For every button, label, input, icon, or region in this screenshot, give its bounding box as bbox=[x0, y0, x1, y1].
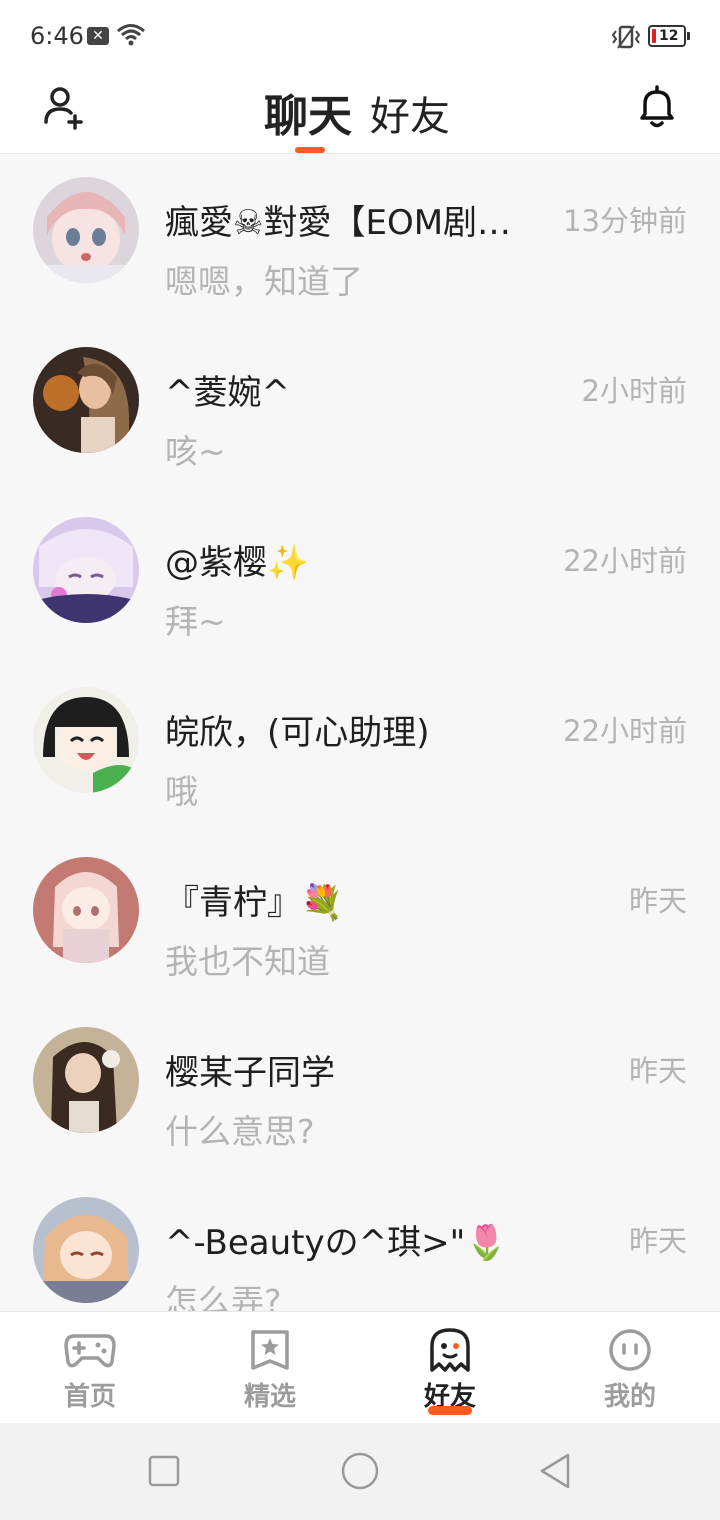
battery-level: 12 bbox=[659, 28, 679, 44]
vibrate-icon bbox=[611, 25, 641, 49]
chat-time: 昨天 bbox=[628, 1224, 687, 1258]
nav-item-me[interactable]: 我的 bbox=[540, 1312, 720, 1424]
gamepad-icon bbox=[64, 1334, 116, 1368]
star-icon bbox=[251, 1330, 289, 1370]
chat-time: 22小时前 bbox=[563, 544, 687, 578]
chat-time: 昨天 bbox=[628, 1054, 687, 1088]
chat-last-message: 什么意思? bbox=[165, 1112, 315, 1151]
chat-item[interactable]: 皖欣，(可心助理) 22小时前 哦 bbox=[0, 665, 720, 835]
chat-name: @紫樱✨ bbox=[165, 543, 310, 583]
tab-chat[interactable]: 聊天 bbox=[264, 80, 352, 144]
chat-time: 13分钟前 bbox=[563, 204, 687, 238]
chat-list: 瘋愛☠對愛【EOM剧… 13分钟前 嗯嗯，知道了 ^菱婉^ 2小时前 咳~ @紫… bbox=[0, 155, 720, 1311]
circle-icon[interactable] bbox=[340, 1451, 380, 1491]
chat-name: ^菱婉^ bbox=[165, 373, 290, 413]
avatar[interactable] bbox=[33, 857, 139, 963]
back-triangle-icon[interactable] bbox=[536, 1451, 576, 1491]
active-nav-indicator bbox=[428, 1406, 472, 1415]
chat-name: 瘋愛☠對愛【EOM剧… bbox=[165, 203, 512, 243]
chat-item[interactable]: 『青柠』💐 昨天 我也不知道 bbox=[0, 835, 720, 1005]
bell-icon[interactable] bbox=[632, 82, 682, 132]
chat-item[interactable]: 瘋愛☠對愛【EOM剧… 13分钟前 嗯嗯，知道了 bbox=[0, 155, 720, 325]
notification-icon: ✕ bbox=[87, 27, 109, 45]
chat-last-message: 拜~ bbox=[165, 602, 226, 641]
nav-item-friends[interactable]: 好友 bbox=[360, 1312, 540, 1424]
header: 聊天 好友 bbox=[0, 72, 720, 154]
nav-label: 精选 bbox=[243, 1382, 296, 1412]
battery-icon: 12 bbox=[648, 25, 690, 47]
chat-item[interactable]: ^-Beautyの^琪>"🌷 昨天 怎么弄? bbox=[0, 1175, 720, 1311]
status-bar: 6:46 ✕ 12 bbox=[0, 0, 720, 72]
chat-name: 樱某子同学 bbox=[165, 1053, 335, 1093]
nav-label: 我的 bbox=[603, 1382, 656, 1412]
avatar[interactable] bbox=[33, 1197, 139, 1303]
chat-last-message: 咳~ bbox=[165, 432, 226, 471]
ghost-icon bbox=[430, 1328, 470, 1372]
chat-item[interactable]: @紫樱✨ 22小时前 拜~ bbox=[0, 495, 720, 665]
avatar[interactable] bbox=[33, 177, 139, 283]
chat-last-message: 哦 bbox=[165, 772, 198, 811]
avatar[interactable] bbox=[33, 347, 139, 453]
chat-time: 22小时前 bbox=[563, 714, 687, 748]
system-nav bbox=[0, 1423, 720, 1520]
chat-time: 2小时前 bbox=[581, 374, 687, 408]
active-tab-indicator bbox=[295, 147, 325, 153]
chat-last-message: 我也不知道 bbox=[165, 942, 330, 981]
nav-label: 首页 bbox=[63, 1382, 116, 1412]
smiley-icon bbox=[609, 1329, 651, 1371]
chat-name: 『青柠』💐 bbox=[165, 883, 344, 923]
wifi-icon bbox=[117, 24, 145, 46]
tab-friends[interactable]: 好友 bbox=[370, 84, 450, 142]
avatar[interactable] bbox=[33, 687, 139, 793]
nav-item-featured[interactable]: 精选 bbox=[180, 1312, 360, 1424]
chat-name: ^-Beautyの^琪>"🌷 bbox=[165, 1223, 508, 1263]
avatar[interactable] bbox=[33, 517, 139, 623]
status-time: 6:46 bbox=[30, 22, 84, 50]
chat-item[interactable]: 樱某子同学 昨天 什么意思? bbox=[0, 1005, 720, 1175]
square-icon[interactable] bbox=[144, 1451, 184, 1491]
nav-item-home[interactable]: 首页 bbox=[0, 1312, 180, 1424]
add-friend-icon[interactable] bbox=[40, 82, 90, 132]
chat-last-message: 怎么弄? bbox=[165, 1282, 282, 1311]
chat-name: 皖欣，(可心助理) bbox=[165, 713, 430, 753]
chat-time: 昨天 bbox=[628, 884, 687, 918]
chat-last-message: 嗯嗯，知道了 bbox=[165, 262, 363, 301]
chat-item[interactable]: ^菱婉^ 2小时前 咳~ bbox=[0, 325, 720, 495]
avatar[interactable] bbox=[33, 1027, 139, 1133]
bottom-nav: 首页 精选 好友 我的 bbox=[0, 1311, 720, 1423]
